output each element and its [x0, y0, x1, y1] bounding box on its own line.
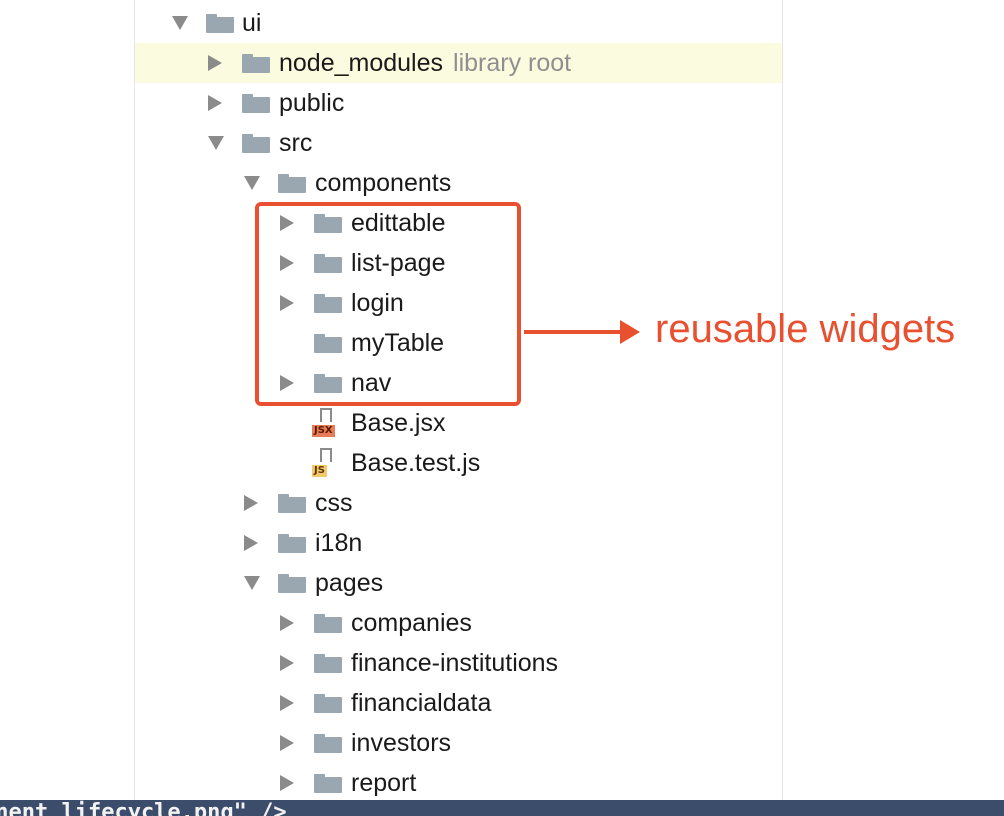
folder-icon	[278, 174, 306, 193]
tree-item-name: ui	[242, 9, 262, 37]
file-type-badge: JSX	[312, 425, 335, 437]
tree-item-name: report	[351, 769, 417, 797]
chevron-down-icon[interactable]	[244, 576, 260, 590]
tree-row-label: i18n	[315, 530, 362, 556]
tree-item-name: Base.test.js	[351, 449, 481, 477]
tree-row-label: Base.test.js	[351, 450, 480, 476]
tree-row-label: companies	[351, 610, 472, 636]
file-icon: JSX	[312, 408, 342, 438]
tree-row-base-jsx[interactable]: JSX Base.jsx	[135, 403, 782, 443]
tree-item-name: i18n	[315, 529, 363, 557]
folder-icon	[278, 494, 306, 513]
tree-item-name: finance-institutions	[351, 649, 559, 677]
tree-item-name: node_modules	[279, 49, 444, 77]
folder-icon	[242, 134, 270, 153]
tree-row-label: ui	[242, 10, 261, 36]
tree-row-components[interactable]: components	[135, 163, 782, 203]
tree-row-public[interactable]: public	[135, 83, 782, 123]
highlight-box	[255, 202, 521, 406]
tree-item-name: financialdata	[351, 689, 492, 717]
tree-row-label: components	[315, 170, 451, 196]
annotation-arrow-head-icon	[620, 320, 640, 344]
file-icon: JS	[312, 448, 342, 478]
tree-row-label: investors	[351, 730, 451, 756]
tree-row-node-modules[interactable]: node_modules library root	[135, 43, 782, 83]
tree-row-label: financialdata	[351, 690, 491, 716]
tree-row-label: finance-institutions	[351, 650, 558, 676]
tree-row-label: css	[315, 490, 353, 516]
tree-row-label: pages	[315, 570, 383, 596]
tree-row-pages[interactable]: pages	[135, 563, 782, 603]
tree-row-finance-institutions[interactable]: finance-institutions	[135, 643, 782, 683]
tree-row-src[interactable]: src	[135, 123, 782, 163]
tree-item-name: components	[315, 169, 452, 197]
tree-item-name: src	[279, 129, 313, 157]
folder-icon	[242, 54, 270, 73]
folder-icon	[206, 14, 234, 33]
chevron-down-icon[interactable]	[208, 136, 224, 150]
folder-icon	[314, 654, 342, 673]
folder-icon	[314, 694, 342, 713]
chevron-down-icon[interactable]	[244, 176, 260, 190]
folder-icon	[242, 94, 270, 113]
tree-row-investors[interactable]: investors	[135, 723, 782, 763]
tree-row-label: src	[279, 130, 312, 156]
tree-item-name: Base.jsx	[351, 409, 446, 437]
chevron-right-icon[interactable]	[208, 55, 222, 71]
folder-icon	[314, 614, 342, 633]
chevron-right-icon[interactable]	[280, 695, 294, 711]
tree-item-name: public	[279, 89, 345, 117]
tree-row-i18n[interactable]: i18n	[135, 523, 782, 563]
tree-item-name: css	[315, 489, 353, 517]
tree-row-ui[interactable]: ui	[135, 3, 782, 43]
tree-row-label: public	[279, 90, 344, 116]
file-type-badge: JS	[312, 465, 327, 477]
folder-icon	[314, 734, 342, 753]
tree-row-companies[interactable]: companies	[135, 603, 782, 643]
tree-row-report[interactable]: report	[135, 763, 782, 803]
tree-row-label: Base.jsx	[351, 410, 445, 436]
editor-code-text: onent_lifecycle.png" />	[0, 800, 287, 816]
chevron-right-icon[interactable]	[208, 95, 222, 111]
annotation-arrow-line	[524, 330, 624, 334]
editor-code-strip: onent_lifecycle.png" />	[0, 800, 1004, 816]
folder-icon	[278, 534, 306, 553]
tree-row-label: report	[351, 770, 416, 796]
tree-item-name: investors	[351, 729, 452, 757]
tree-row-label: node_modules library root	[279, 50, 571, 76]
tree-item-name: companies	[351, 609, 472, 637]
chevron-right-icon[interactable]	[280, 735, 294, 751]
tree-item-hint: library root	[453, 49, 572, 77]
chevron-right-icon[interactable]	[280, 615, 294, 631]
annotation-label: reusable widgets	[655, 307, 956, 351]
tree-row-css[interactable]: css	[135, 483, 782, 523]
folder-icon	[314, 774, 342, 793]
folder-icon	[278, 574, 306, 593]
chevron-right-icon[interactable]	[244, 495, 258, 511]
chevron-down-icon[interactable]	[172, 16, 188, 30]
tree-item-name: pages	[315, 569, 384, 597]
chevron-right-icon[interactable]	[280, 655, 294, 671]
chevron-right-icon[interactable]	[244, 535, 258, 551]
tree-row-financialdata[interactable]: financialdata	[135, 683, 782, 723]
tree-row-base-test-js[interactable]: JS Base.test.js	[135, 443, 782, 483]
chevron-right-icon[interactable]	[280, 775, 294, 791]
